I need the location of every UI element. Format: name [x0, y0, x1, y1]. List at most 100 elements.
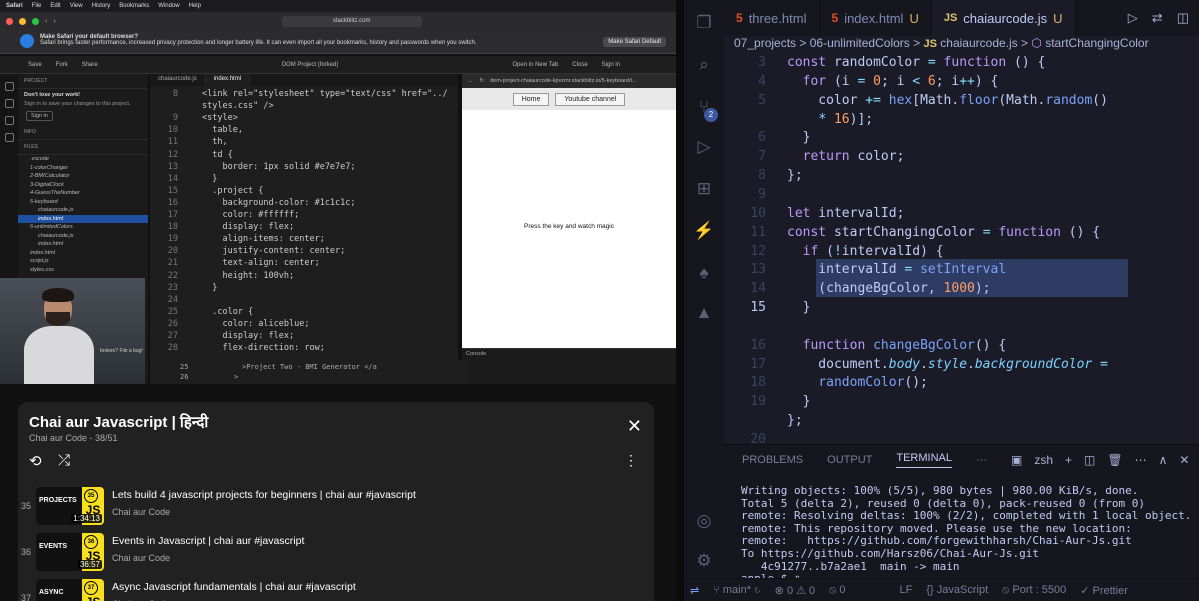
eol-status[interactable]: LF	[900, 584, 913, 596]
video-title[interactable]: Events in Javascript | chai aur #javascr…	[112, 535, 304, 547]
live-share-icon[interactable]: ⚡	[693, 220, 715, 242]
tab-chaiaurcode-js[interactable]: JS chaiaurcode.js U	[931, 0, 1076, 36]
maximize-panel-icon[interactable]: ∧	[1159, 453, 1168, 467]
file-item[interactable]: index.html	[18, 249, 148, 258]
account-icon[interactable]: ◎	[693, 510, 715, 532]
playlist-title[interactable]: Chai aur Javascript | हिन्दी	[29, 412, 208, 432]
close-preview-button[interactable]: Close	[572, 62, 587, 68]
save-button[interactable]: Save	[28, 62, 42, 68]
crumb-folder[interactable]: 07_projects	[734, 36, 796, 50]
tab-three-html[interactable]: 5 three.html	[724, 0, 820, 36]
extensions-icon[interactable]: ⊞	[693, 178, 715, 200]
file-item[interactable]: 5-keyboard	[18, 198, 148, 207]
new-terminal-icon[interactable]: +	[1065, 453, 1072, 467]
close-window-icon[interactable]	[6, 17, 13, 25]
zoom-window-icon[interactable]	[32, 17, 39, 25]
sidebar-signin-button[interactable]: Sign in	[26, 111, 53, 121]
video-title[interactable]: Lets build 4 javascript projects for beg…	[112, 489, 416, 501]
language-status[interactable]: {} JavaScript	[926, 584, 988, 596]
crumb-file[interactable]: chaiaurcode.js	[940, 36, 1017, 50]
menu-bookmarks[interactable]: Bookmarks	[119, 3, 149, 9]
preview-back-icon[interactable]: ←	[468, 78, 474, 84]
playlist-subtitle[interactable]: Chai aur Code - 38/51	[29, 433, 118, 443]
problems-status[interactable]: ⊗ 0 ⚠ 0	[775, 584, 816, 597]
file-item[interactable]: chaiaurcode.js	[18, 206, 148, 215]
close-panel-icon[interactable]: ✕	[1179, 453, 1189, 467]
more-options-icon[interactable]: ⋮	[624, 452, 638, 469]
prettier-status[interactable]: ✓ Prettier	[1080, 584, 1128, 597]
playlist-item[interactable]: 35 PROJECTS JS 35 1:34:13 Lets build 4 javasc…	[18, 485, 654, 531]
tab-output[interactable]: OUTPUT	[827, 454, 872, 466]
mongodb-icon[interactable]: ♠	[693, 262, 715, 284]
make-default-button[interactable]: Make Safari Default	[603, 37, 666, 47]
tab-terminal[interactable]: TERMINAL	[896, 452, 952, 468]
video-thumbnail[interactable]: ASYNCJS37	[36, 579, 104, 601]
channel-name[interactable]: Chai aur Code	[112, 553, 170, 563]
file-item[interactable]: 4-GuessTheNumber	[18, 189, 148, 198]
file-item[interactable]: 6-unlimitedColors	[18, 223, 148, 232]
shuffle-icon[interactable]: ⤮	[58, 452, 70, 469]
run-debug-icon[interactable]: ▷	[693, 136, 715, 158]
sign-in-button[interactable]: Sign in	[602, 62, 620, 68]
run-icon[interactable]: ▷	[1128, 10, 1138, 26]
forward-icon[interactable]: ›	[53, 18, 55, 25]
file-item[interactable]: 1-colorChanger	[18, 164, 148, 173]
info-section[interactable]: INFO	[18, 125, 148, 140]
menu-file[interactable]: File	[32, 3, 42, 9]
menu-safari[interactable]: Safari	[6, 3, 23, 9]
playlist-item[interactable]: 37ASYNCJS37Async Javascript fundamentals…	[18, 577, 654, 601]
tab-chaiaurcode[interactable]: chaiaurcode.js	[150, 74, 206, 86]
menu-edit[interactable]: Edit	[50, 3, 60, 9]
file-item[interactable]: script.js	[18, 257, 148, 266]
more-actions-icon[interactable]: ⋯	[1135, 453, 1147, 467]
search-icon[interactable]: ⌕	[693, 54, 715, 76]
loop-icon[interactable]: ⟲	[29, 452, 42, 470]
crumb-symbol[interactable]: startChangingColor	[1045, 36, 1148, 50]
split-editor-icon[interactable]: ◫	[1177, 10, 1189, 26]
minimize-window-icon[interactable]	[19, 17, 26, 25]
file-item[interactable]: styles.css	[18, 266, 148, 275]
preview-body[interactable]: Press the key and watch magic	[462, 110, 676, 342]
branch-status[interactable]: ⑂ main* ↻	[713, 584, 760, 596]
tab-index-html[interactable]: 5 index.html U	[820, 0, 932, 36]
preview-reload-icon[interactable]: ↻	[480, 78, 485, 84]
crumb-subfolder[interactable]: 06-unlimitedColors	[810, 36, 910, 50]
menu-history[interactable]: History	[92, 3, 111, 9]
manage-gear-icon[interactable]: ⚙	[693, 550, 715, 572]
channel-name[interactable]: Chai aur Code	[112, 507, 170, 517]
open-new-tab-button[interactable]: Open in New Tab	[512, 62, 558, 68]
back-icon[interactable]: ‹	[45, 18, 47, 25]
bell-icon[interactable]: ⦸ 0	[829, 584, 845, 597]
preview-url[interactable]: dom-project-chaiaurcode-kpvzmr.stackblit…	[490, 78, 636, 84]
vscode-editor[interactable]: 345678910111213141516171819202122 const …	[724, 54, 1199, 485]
close-icon[interactable]: ✕	[627, 416, 642, 437]
file-item[interactable]: 2-BMICalculator	[18, 172, 148, 181]
explorer-icon[interactable]: ❐	[693, 12, 715, 34]
terminal-output[interactable]: Writing objects: 100% (5/5), 980 bytes |…	[724, 475, 1199, 586]
youtube-link[interactable]: Youtube channel	[555, 92, 626, 106]
share-button[interactable]: Share	[82, 62, 98, 68]
remote-icon[interactable]: ⇌	[690, 584, 699, 597]
files-icon[interactable]	[4, 82, 14, 91]
video-thumbnail[interactable]: EVENTS JS 36 36:57	[36, 533, 104, 571]
file-item[interactable]: chaiaurcode.js	[18, 232, 148, 241]
file-item[interactable]: index.html	[18, 214, 148, 223]
menu-help[interactable]: Help	[189, 3, 201, 9]
video-title[interactable]: Async Javascript fundamentals | chai aur…	[112, 581, 356, 593]
panel-more-icon[interactable]: ···	[976, 454, 987, 466]
tab-index-html[interactable]: index.html	[205, 74, 251, 86]
extensions-icon[interactable]	[4, 116, 14, 125]
address-bar[interactable]: stackblitz.com	[281, 15, 422, 27]
deploy-icon[interactable]: ▲	[693, 302, 715, 324]
menu-window[interactable]: Window	[158, 3, 179, 9]
video-thumbnail[interactable]: PROJECTS JS 35 1:34:13	[36, 487, 104, 525]
playlist-item[interactable]: 36 EVENTS JS 36 36:57 Events in Javascript | …	[18, 531, 654, 577]
files-section[interactable]: FILES	[18, 140, 148, 155]
fork-button[interactable]: Fork	[56, 62, 68, 68]
port-status[interactable]: ⦸ Port : 5500	[1002, 584, 1066, 597]
settings-icon[interactable]	[4, 133, 14, 142]
search-icon[interactable]	[4, 99, 14, 108]
compare-icon[interactable]: ⇄	[1152, 10, 1163, 26]
tab-problems[interactable]: PROBLEMS	[742, 454, 803, 466]
shell-name[interactable]: zsh	[1034, 453, 1053, 467]
